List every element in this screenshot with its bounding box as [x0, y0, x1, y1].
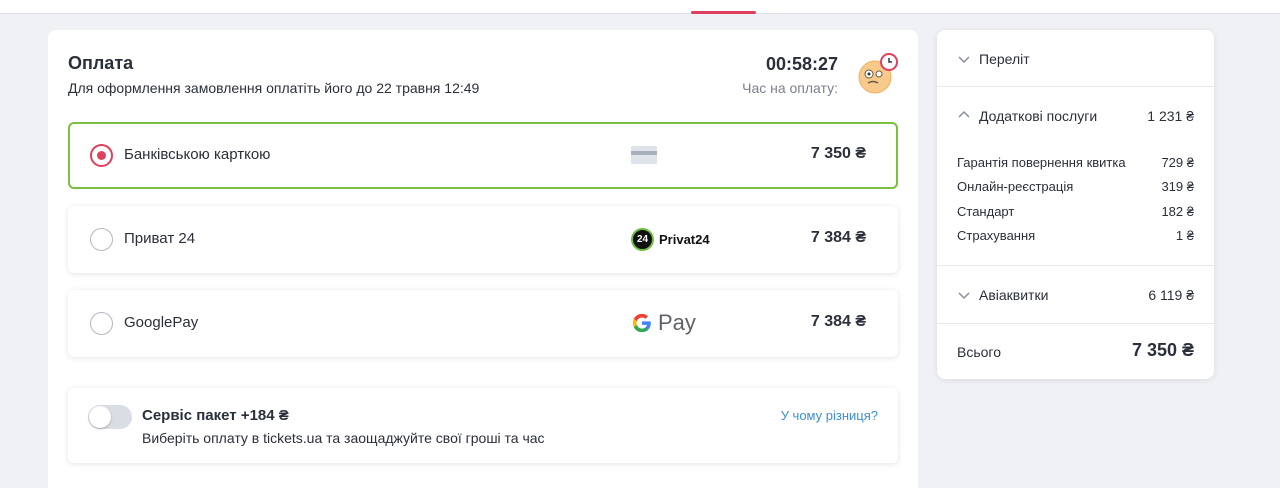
google-pay-logo: Pay [631, 310, 696, 335]
line-item-amount: 319 ₴ [1161, 179, 1194, 194]
summary-tickets-amount: 6 119 ₴ [1148, 287, 1194, 303]
payment-option-price: 7 384 ₴ [810, 229, 866, 246]
payment-timer: 00:58:27 [765, 54, 838, 74]
chevron-down-icon [958, 56, 970, 64]
line-item-amount: 182 ₴ [1161, 204, 1194, 219]
summary-line-item: Страхування 1 ₴ [957, 228, 1194, 243]
top-nav-bar [0, 0, 1280, 14]
payment-logo [631, 143, 657, 167]
summary-extras-amount: 1 231 ₴ [1147, 108, 1194, 124]
alarm-clock-icon [858, 53, 898, 94]
line-item-amount: 729 ₴ [1161, 155, 1194, 170]
difference-link[interactable]: У чому різниця? [781, 408, 878, 423]
chevron-up-icon [958, 110, 970, 118]
payment-option-googlepay[interactable]: GooglePay Pay 7 384 ₴ [68, 290, 898, 357]
service-package-description: Виберіть оплату в tickets.ua та заощаджу… [142, 430, 545, 446]
privat24-logo-text: Privat24 [659, 231, 710, 247]
payment-card: Оплата Для оформлення замовлення оплатіт… [48, 30, 918, 488]
payment-deadline-text: Для оформлення замовлення оплатіть його … [68, 80, 480, 96]
service-package-card: Сервіс пакет +184 ₴ Виберіть оплату в ti… [68, 388, 898, 463]
active-tab-indicator [691, 11, 756, 14]
radio-button[interactable] [90, 228, 113, 251]
google-pay-text: Pay [658, 310, 696, 335]
summary-section-flight[interactable]: Переліт [937, 30, 1214, 87]
line-item-label: Гарантія повернення квитка [957, 155, 1126, 170]
payment-timer-label: Час на оплату: [742, 80, 838, 96]
payment-option-privat24[interactable]: Приват 24 24 Privat24 7 384 ₴ [68, 206, 898, 273]
payment-option-label: GooglePay [124, 314, 199, 331]
chevron-down-icon [958, 292, 970, 300]
summary-section-extras[interactable]: Додаткові послуги 1 231 ₴ Гарантія повер… [937, 87, 1214, 266]
page-title: Оплата [68, 53, 134, 73]
payment-option-card[interactable]: Банківською карткою 7 350 ₴ [68, 122, 898, 189]
payment-option-price: 7 384 ₴ [810, 313, 866, 330]
summary-section-tickets[interactable]: Авіаквитки 6 119 ₴ [937, 266, 1214, 324]
summary-extras-label: Додаткові послуги [979, 108, 1098, 124]
summary-flight-label: Переліт [979, 51, 1030, 67]
payment-option-price: 7 350 ₴ [810, 145, 866, 162]
summary-tickets-label: Авіаквитки [979, 287, 1049, 303]
line-item-label: Онлайн-реєстрація [957, 179, 1074, 194]
privat24-badge: 24 [631, 227, 654, 251]
summary-line-item: Гарантія повернення квитка 729 ₴ [957, 155, 1194, 170]
summary-total-label: Всього [957, 344, 1002, 360]
line-item-amount: 1 ₴ [1175, 228, 1194, 243]
summary-total-amount: 7 350 ₴ [1131, 340, 1194, 360]
summary-line-item: Стандарт 182 ₴ [957, 204, 1194, 219]
order-summary-panel: Переліт Додаткові послуги 1 231 ₴ Гарант… [937, 30, 1214, 379]
toggle-knob [89, 406, 111, 428]
google-g-icon [632, 313, 651, 333]
line-item-label: Страхування [957, 228, 1036, 243]
credit-card-icon [631, 146, 657, 164]
service-package-toggle[interactable] [88, 405, 132, 429]
radio-button-selected[interactable] [90, 144, 113, 167]
privat24-logo: 24 Privat24 [631, 227, 710, 251]
service-package-title: Сервіс пакет +184 ₴ [142, 407, 289, 424]
line-item-label: Стандарт [957, 204, 1015, 219]
radio-button[interactable] [90, 312, 113, 335]
payment-option-label: Приват 24 [124, 230, 196, 247]
payment-option-label: Банківською карткою [124, 146, 271, 163]
summary-line-item: Онлайн-реєстрація 319 ₴ [957, 179, 1194, 194]
